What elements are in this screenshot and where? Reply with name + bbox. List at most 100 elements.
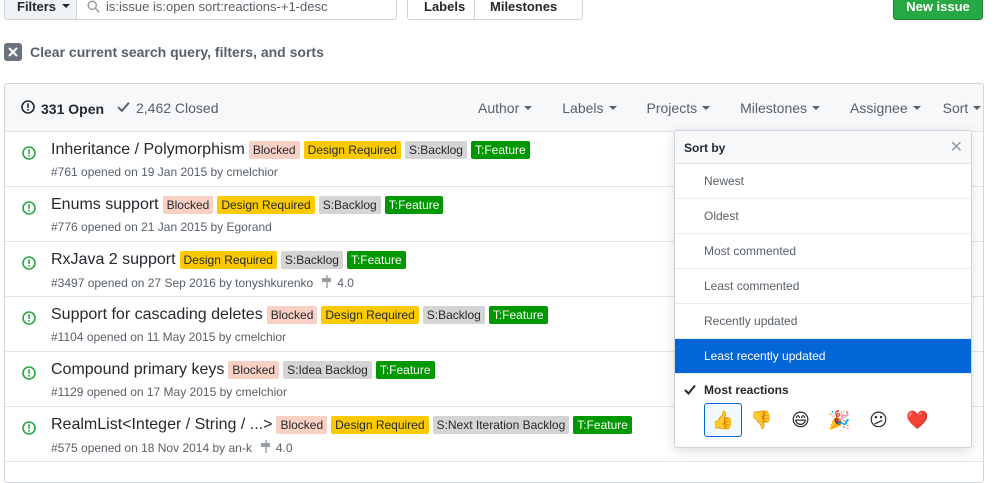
labels-button[interactable]: Labels bbox=[407, 0, 475, 20]
issue-meta: #1129 opened on 17 May 2015 by cmelchior bbox=[51, 385, 287, 399]
issue-meta-text: #761 opened on 19 Jan 2015 by cmelchior bbox=[51, 165, 278, 179]
check-icon bbox=[684, 383, 696, 398]
chevron-down-icon bbox=[608, 106, 617, 110]
most-reactions-label: Most reactions bbox=[704, 383, 789, 397]
open-issues-tab[interactable]: 331 Open bbox=[21, 100, 104, 117]
milestones-filter-label: Milestones bbox=[740, 100, 808, 116]
issue-label[interactable]: T:Feature bbox=[488, 306, 548, 324]
issue-title-link[interactable]: Compound primary keys bbox=[51, 361, 224, 379]
sort-options: Newest Oldest Most commented Least commente… bbox=[675, 164, 971, 374]
issue-title-line: Enums support Blocked Design Required S:Ba… bbox=[51, 196, 444, 214]
closed-issues-tab[interactable]: 2,462 Closed bbox=[117, 100, 219, 116]
issue-label[interactable]: S:Idea Backlog bbox=[283, 361, 372, 379]
chevron-down-icon bbox=[62, 4, 71, 8]
issue-title-link[interactable]: RealmList<Integer / String / ...> bbox=[51, 416, 272, 434]
issue-label[interactable]: S:Backlog bbox=[318, 196, 381, 214]
milestones-filter[interactable]: Milestones bbox=[740, 100, 821, 116]
issue-label[interactable]: S:Backlog bbox=[422, 306, 485, 324]
sort-option[interactable]: Newest bbox=[675, 164, 971, 199]
issue-label[interactable]: Design Required bbox=[303, 141, 401, 159]
issue-label[interactable]: Design Required bbox=[217, 196, 315, 214]
issue-label[interactable]: T:Feature bbox=[375, 361, 435, 379]
issue-meta: #1104 opened on 11 May 2015 by cmelchior bbox=[51, 330, 286, 344]
issue-title-link[interactable]: Support for cascading deletes bbox=[51, 306, 263, 324]
issue-meta-text: #776 opened on 21 Jan 2015 by Egorand bbox=[51, 220, 272, 234]
issue-label[interactable]: T:Feature bbox=[470, 141, 530, 159]
projects-filter[interactable]: Projects bbox=[647, 100, 711, 116]
issue-label[interactable]: Blocked bbox=[162, 196, 214, 214]
issue-meta: #776 opened on 21 Jan 2015 by Egorand bbox=[51, 220, 272, 234]
issue-meta-text: #3497 opened on 27 Sep 2016 by tonyshkur… bbox=[51, 276, 314, 290]
sort-option[interactable]: Oldest bbox=[675, 199, 971, 234]
issue-label[interactable]: Blocked bbox=[248, 141, 300, 159]
issue-opened-icon bbox=[22, 366, 36, 383]
thumbs-down-icon[interactable]: 👎 bbox=[742, 403, 781, 437]
issue-meta: #3497 opened on 27 Sep 2016 by tonyshkur… bbox=[51, 275, 354, 291]
confused-icon[interactable]: 😕 bbox=[859, 403, 898, 437]
chevron-down-icon bbox=[812, 106, 821, 110]
thumbs-up-icon[interactable]: 👍 bbox=[704, 403, 742, 437]
issue-label[interactable]: Design Required bbox=[321, 306, 419, 324]
heart-icon[interactable]: ❤️ bbox=[898, 403, 937, 437]
new-issue-button[interactable]: New issue bbox=[893, 0, 983, 20]
labels-milestones-nav: Labels Milestones bbox=[407, 0, 583, 20]
issue-label[interactable]: T:Feature bbox=[573, 416, 632, 434]
milestones-button[interactable]: Milestones bbox=[475, 0, 583, 20]
filter-menus: Author Labels Projects Milestones Assign… bbox=[478, 100, 982, 116]
labels-filter-label: Labels bbox=[562, 100, 604, 116]
sort-dropdown: Sort by ✕ Newest Oldest Most commented Leas… bbox=[674, 130, 972, 448]
issue-meta-text: #1104 opened on 11 May 2015 by cmelchior bbox=[51, 330, 287, 344]
smile-icon[interactable]: 😄 bbox=[781, 403, 820, 437]
issue-label[interactable]: S:Backlog bbox=[404, 141, 467, 159]
issue-title-link[interactable]: RxJava 2 support bbox=[51, 251, 176, 269]
assignee-filter[interactable]: Assignee bbox=[850, 100, 921, 116]
issue-opened-icon bbox=[22, 311, 36, 328]
sort-filter[interactable]: Sort bbox=[943, 100, 982, 116]
projects-filter-label: Projects bbox=[646, 100, 698, 116]
issue-meta-text: #1129 opened on 17 May 2015 by cmelchior bbox=[51, 385, 287, 399]
issue-meta: #761 opened on 19 Jan 2015 by cmelchior bbox=[51, 165, 278, 179]
author-filter[interactable]: Author bbox=[478, 100, 533, 116]
sort-most-reactions[interactable]: Most reactions 👍 👎 😄 🎉 😕 ❤️ bbox=[675, 374, 971, 437]
milestone-icon bbox=[321, 275, 333, 291]
milestone[interactable]: 4.0 bbox=[321, 275, 354, 291]
sort-option[interactable]: Recently updated bbox=[675, 304, 971, 339]
issue-label[interactable]: Design Required bbox=[331, 416, 429, 434]
search-box[interactable] bbox=[77, 0, 397, 20]
issue-label[interactable]: Design Required bbox=[179, 251, 277, 269]
chevron-down-icon bbox=[912, 106, 921, 110]
sort-option[interactable]: Least commented bbox=[675, 269, 971, 304]
sort-option[interactable]: Most commented bbox=[675, 234, 971, 269]
filters-label: Filters bbox=[17, 0, 57, 14]
issue-opened-icon bbox=[22, 256, 36, 273]
issue-label[interactable]: S:Next Iteration Backlog bbox=[432, 416, 570, 434]
sort-dropdown-header: Sort by ✕ bbox=[675, 131, 971, 164]
issue-opened-icon bbox=[22, 146, 36, 163]
tada-icon[interactable]: 🎉 bbox=[820, 403, 859, 437]
assignee-filter-label: Assignee bbox=[850, 100, 908, 116]
issue-opened-icon bbox=[22, 421, 36, 438]
issue-label[interactable]: S:Backlog bbox=[280, 251, 343, 269]
issue-title-line: Compound primary keys Blocked S:Idea Back… bbox=[51, 361, 435, 379]
issue-label[interactable]: T:Feature bbox=[346, 251, 406, 269]
issue-title-link[interactable]: Inheritance / Polymorphism bbox=[51, 141, 245, 159]
issue-label[interactable]: Blocked bbox=[276, 416, 328, 434]
search-input[interactable] bbox=[106, 0, 386, 14]
sort-option[interactable]: Least recently updated bbox=[675, 339, 971, 374]
close-icon[interactable]: ✕ bbox=[950, 137, 963, 157]
issue-label[interactable]: T:Feature bbox=[384, 196, 444, 214]
labels-filter[interactable]: Labels bbox=[562, 100, 617, 116]
issue-label[interactable]: Blocked bbox=[266, 306, 318, 324]
clear-filters-link[interactable]: Clear current search query, filters, and… bbox=[4, 43, 324, 61]
sort-dropdown-title: Sort by bbox=[684, 141, 726, 155]
issue-title-line: RealmList<Integer / String / ...> Blocke… bbox=[51, 416, 632, 434]
issue-title-link[interactable]: Enums support bbox=[51, 196, 159, 214]
search-icon bbox=[87, 0, 100, 13]
filters-button[interactable]: Filters bbox=[4, 0, 77, 20]
check-icon bbox=[117, 100, 130, 116]
issue-label[interactable]: Blocked bbox=[228, 361, 280, 379]
issue-meta-text: #575 opened on 18 Nov 2014 by an-k bbox=[51, 441, 252, 455]
milestone[interactable]: 4.0 bbox=[260, 440, 293, 456]
issue-meta: #575 opened on 18 Nov 2014 by an-k 4.0 bbox=[51, 440, 293, 456]
issue-title-line: Support for cascading deletes Blocked Des… bbox=[51, 306, 548, 324]
